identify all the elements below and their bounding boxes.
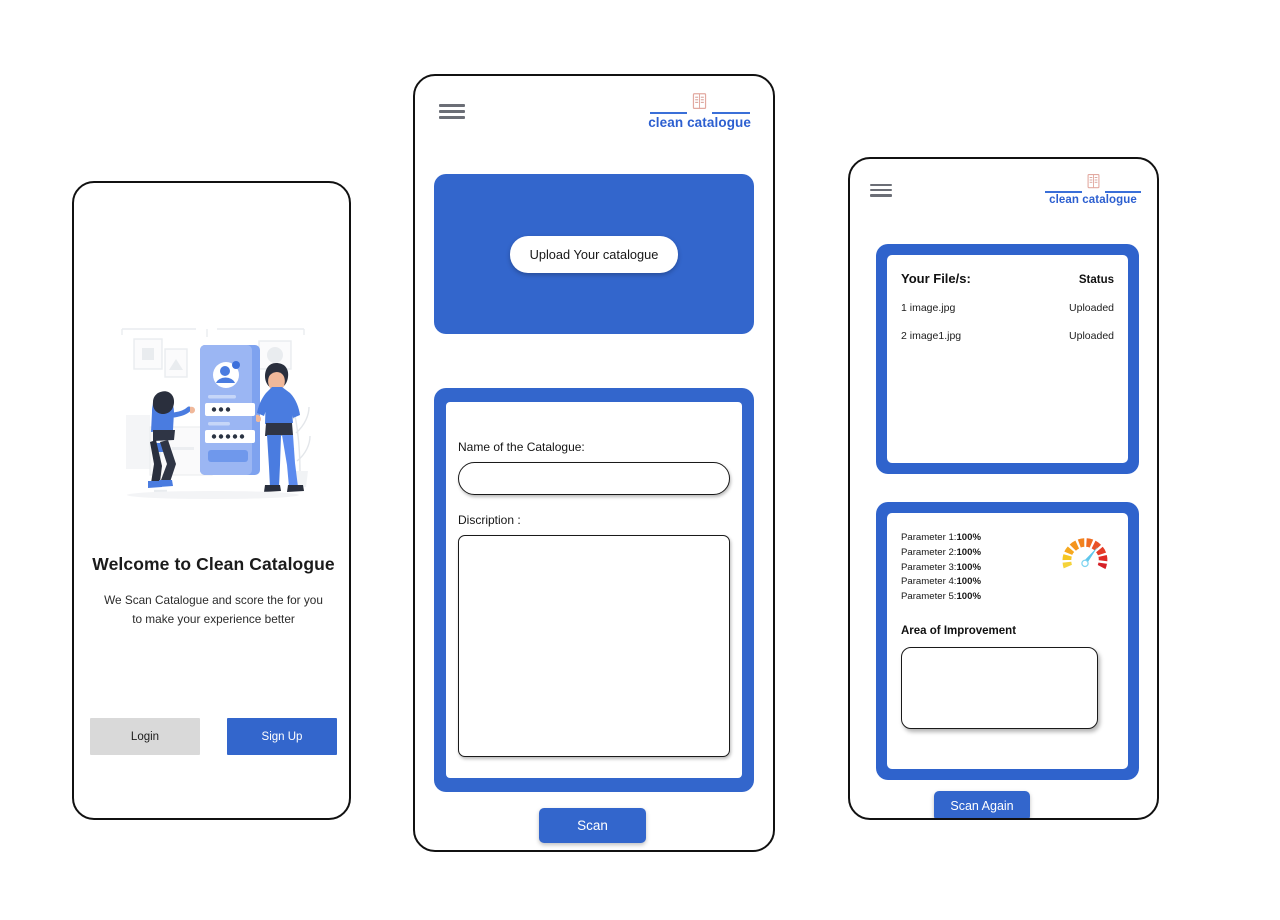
logo-mark	[1045, 172, 1141, 195]
login-button[interactable]: Login	[90, 718, 200, 755]
parameter-list: Parameter 1:100% Parameter 2:100% Parame…	[901, 531, 1051, 605]
catalogue-description-label: Discription :	[458, 513, 521, 527]
catalogue-book-icon	[687, 91, 713, 116]
hamburger-line	[439, 109, 465, 113]
parameter-value: 100%	[956, 576, 982, 588]
parameter-value: 100%	[956, 546, 982, 558]
speedometer-gauge-icon	[1054, 525, 1116, 587]
catalogue-name-label: Name of the Catalogue:	[458, 440, 585, 454]
files-status-label: Status	[1078, 274, 1114, 286]
logo-text: clean catalogue	[648, 114, 751, 130]
welcome-action-buttons: Login Sign Up	[90, 718, 337, 755]
catalogue-name-input[interactable]	[458, 462, 730, 495]
upload-catalogue-button[interactable]: Upload Your catalogue	[509, 235, 679, 273]
table-row[interactable]: 2 image1.jpg Uploaded	[901, 330, 1114, 342]
hamburger-line	[870, 183, 892, 186]
catalogue-book-icon	[1081, 172, 1105, 195]
improvement-label: Area of Improvement	[901, 624, 1017, 637]
files-header-label: Your File/s:	[901, 271, 971, 286]
list-item: Parameter 2:100%	[901, 546, 1051, 561]
hamburger-menu-icon[interactable]	[439, 103, 465, 119]
parameter-value: 100%	[956, 532, 982, 543]
parameter-label: Parameter 1:	[901, 532, 957, 543]
file-name: 1 image.jpg	[901, 302, 956, 314]
improvement-input[interactable]	[901, 646, 1098, 729]
catalogue-description-input[interactable]	[458, 535, 730, 757]
table-row[interactable]: 1 image.jpg Uploaded	[901, 302, 1114, 314]
brand-logo[interactable]: clean catalogue	[1045, 172, 1141, 207]
catalogue-form-panel: Name of the Catalogue: Discription :	[434, 388, 754, 792]
phone-screen-result: clean catalogue Your File/s: Status 1 im…	[848, 157, 1159, 820]
list-item: Parameter 1:100%	[901, 531, 1051, 546]
login-illustration	[104, 323, 322, 503]
logo-mark	[649, 91, 750, 116]
uploaded-files-card: Your File/s: Status 1 image.jpg Uploaded…	[876, 244, 1139, 474]
list-item: Parameter 3:100%	[901, 561, 1051, 576]
app-header-result: clean catalogue	[850, 159, 1157, 221]
phone-screen-welcome: Welcome to Clean Catalogue We Scan Catal…	[72, 181, 351, 820]
list-item: Parameter 4:100%	[901, 575, 1051, 590]
file-name: 2 image1.jpg	[901, 330, 962, 342]
logo-text: clean catalogue	[1049, 193, 1137, 206]
uploaded-files-inner: Your File/s: Status 1 image.jpg Uploaded…	[887, 255, 1128, 463]
parameter-label: Parameter 5:	[901, 591, 957, 603]
hamburger-line	[870, 194, 892, 197]
brand-logo[interactable]: clean catalogue	[648, 91, 751, 130]
score-card-inner: Parameter 1:100% Parameter 2:100% Parame…	[887, 513, 1128, 769]
phone-screen-upload: clean catalogue Upload Your catalogue Na…	[413, 74, 775, 852]
hamburger-menu-icon[interactable]	[870, 183, 892, 197]
parameter-label: Parameter 4:	[901, 576, 957, 588]
file-status: Uploaded	[1069, 302, 1114, 314]
welcome-title: Welcome to Clean Catalogue	[92, 554, 335, 574]
hamburger-line	[870, 188, 892, 192]
catalogue-form-inner: Name of the Catalogue: Discription :	[446, 402, 742, 778]
hamburger-line	[439, 103, 465, 107]
parameter-value: 100%	[956, 591, 982, 603]
scan-again-button[interactable]: Scan Again	[934, 791, 1030, 818]
files-table-header: Your File/s: Status	[901, 271, 1114, 286]
file-status: Uploaded	[1069, 330, 1114, 342]
parameter-value: 100%	[956, 561, 982, 573]
scan-button[interactable]: Scan	[539, 808, 646, 843]
parameter-label: Parameter 2:	[901, 546, 957, 558]
hamburger-line	[439, 115, 465, 119]
score-card: Parameter 1:100% Parameter 2:100% Parame…	[876, 502, 1139, 780]
parameter-label: Parameter 3:	[901, 561, 957, 573]
signup-button[interactable]: Sign Up	[227, 718, 337, 755]
upload-panel: Upload Your catalogue	[434, 174, 754, 334]
welcome-subtitle: We Scan Catalogue and score the for you …	[104, 593, 323, 626]
list-item: Parameter 5:100%	[901, 590, 1051, 605]
app-header-upload: clean catalogue	[415, 76, 773, 146]
